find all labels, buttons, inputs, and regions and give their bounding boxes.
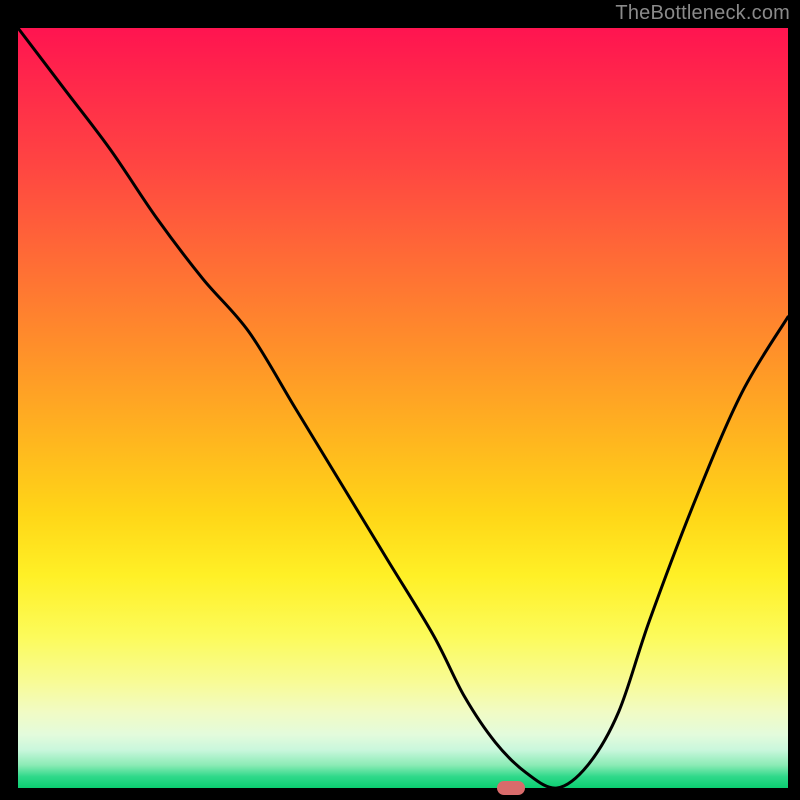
plot-area	[18, 28, 788, 788]
chart-frame: TheBottleneck.com	[0, 0, 800, 800]
watermark-text: TheBottleneck.com	[615, 2, 790, 25]
bottleneck-curve-svg	[18, 28, 788, 788]
plot-outer	[18, 28, 788, 788]
optimal-marker	[497, 781, 525, 795]
bottleneck-curve-path	[18, 28, 788, 788]
